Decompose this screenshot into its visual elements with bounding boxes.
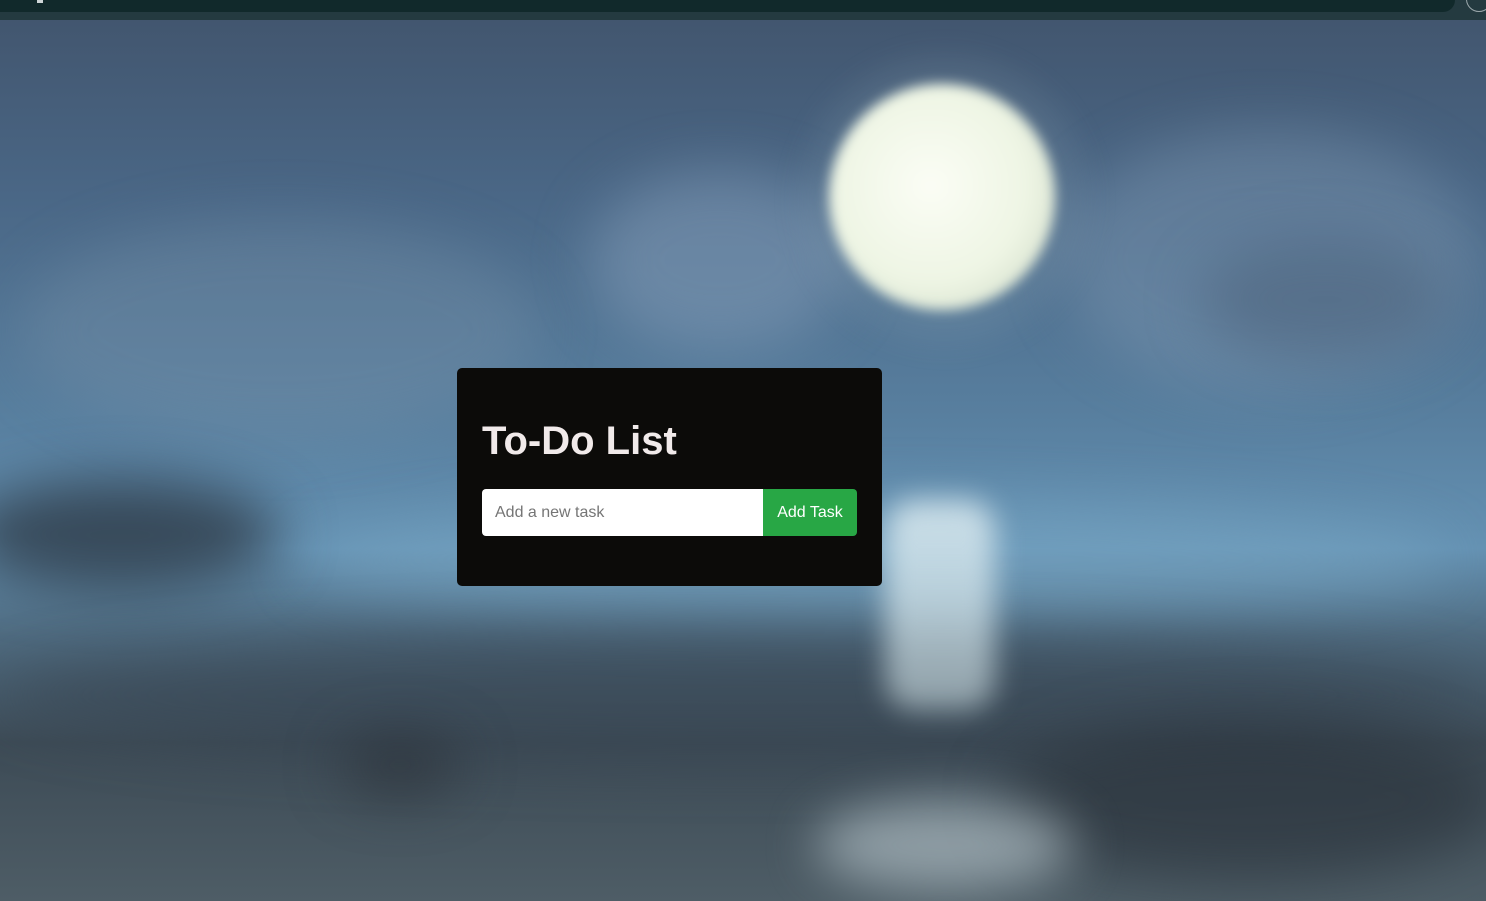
browser-toolbar <box>0 0 1455 12</box>
browser-top-strip <box>0 0 1486 20</box>
background-water <box>1000 720 1486 880</box>
moon-reflection <box>885 500 995 710</box>
browser-tab-indicator <box>37 0 43 3</box>
moon-reflection-lower <box>815 800 1075 890</box>
background-cloud <box>1200 240 1450 360</box>
moon <box>829 84 1055 310</box>
page-title: To-Do List <box>482 419 677 463</box>
background-rock <box>340 735 460 795</box>
new-task-input[interactable] <box>482 489 763 536</box>
browser-profile-icon[interactable] <box>1466 0 1486 12</box>
add-task-button[interactable]: Add Task <box>763 489 857 536</box>
todo-card: To-Do List Add Task <box>457 368 882 586</box>
